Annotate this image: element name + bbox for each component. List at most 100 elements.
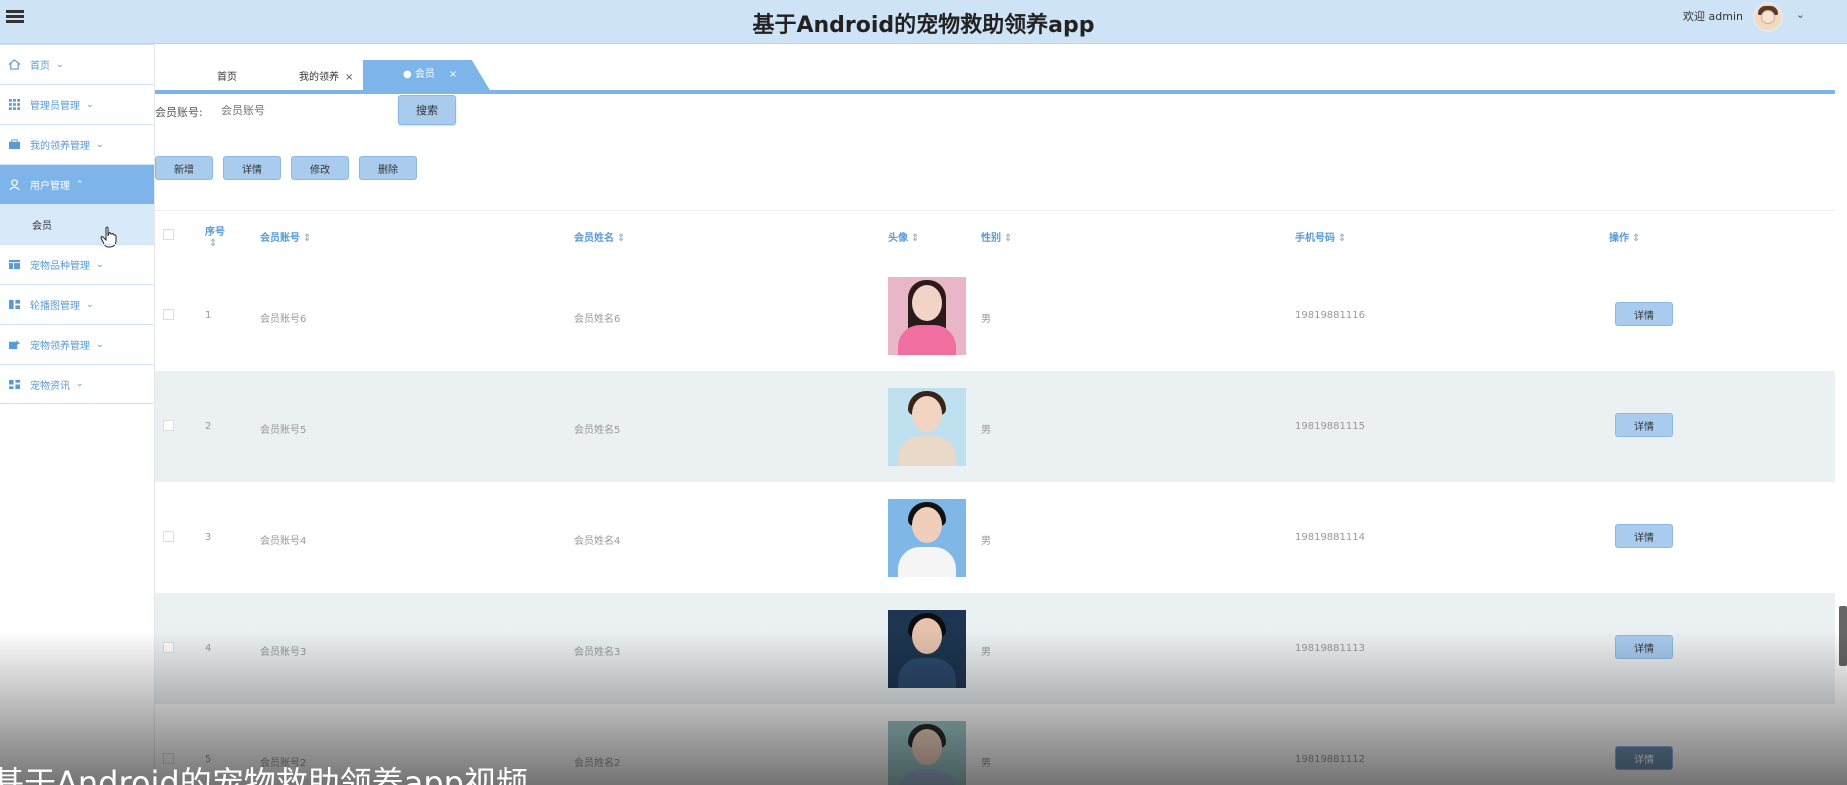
- search-button[interactable]: 搜索: [398, 95, 456, 125]
- close-icon[interactable]: ×: [449, 69, 457, 80]
- scrollbar-handle[interactable]: [1839, 606, 1847, 666]
- column-header-index[interactable]: 序号 ⇕: [205, 223, 225, 249]
- main-content: 首页 我的领养 × ● 会员 × 会员账号: 搜索 新增 详情 修改 删除 序号⇕ …: [155, 44, 1847, 785]
- table-row: 1 会员账号6 会员姓名6 男 19819881116 详情: [155, 260, 1835, 371]
- avatar-image: [888, 721, 966, 785]
- sidebar-item-pet-news[interactable]: 宠物资讯 ⌄: [0, 364, 154, 404]
- welcome-text: 欢迎 admin: [1683, 10, 1743, 23]
- sort-icon: ⇕: [209, 238, 218, 249]
- tab-my-adoption[interactable]: 我的领养 ×: [299, 66, 353, 90]
- cell-gender: 男: [981, 647, 991, 658]
- cell-phone: 19819881115: [1295, 421, 1365, 432]
- column-header-avatar[interactable]: 头像 ⇕: [888, 229, 919, 244]
- tab-bar: 首页 我的领养 × ● 会员 ×: [155, 58, 1835, 92]
- sidebar-item-label: 首页: [30, 61, 50, 72]
- row-checkbox[interactable]: [163, 420, 174, 431]
- row-checkbox[interactable]: [163, 642, 174, 653]
- chevron-down-icon: ⌄: [86, 99, 94, 110]
- column-header-phone[interactable]: 手机号码 ⇕: [1295, 229, 1346, 244]
- cell-account: 会员账号3: [260, 647, 307, 658]
- avatar-image: [888, 277, 966, 355]
- column-label: 手机号码: [1295, 233, 1335, 244]
- sidebar-item-pet-breed[interactable]: 宠物品种管理 ⌄: [0, 244, 154, 284]
- user-avatar[interactable]: [1753, 2, 1783, 32]
- sidebar-item-label: 宠物资讯: [30, 380, 70, 392]
- tab-label: ● 会员: [403, 69, 435, 80]
- sidebar-item-label: 宠物品种管理: [30, 261, 90, 272]
- column-label: 序号: [205, 227, 225, 238]
- chevron-down-icon: ⌄: [76, 379, 84, 389]
- search-input[interactable]: [221, 98, 391, 122]
- tab-underline: [155, 90, 1835, 94]
- sidebar-item-label: 会员: [32, 220, 52, 232]
- sort-icon: ⇕: [303, 233, 312, 244]
- sort-icon: ⇕: [1632, 233, 1641, 244]
- row-checkbox[interactable]: [163, 309, 174, 320]
- sort-icon: ⇕: [1338, 233, 1347, 244]
- sort-icon: ⇕: [617, 233, 626, 244]
- sidebar-item-pet-adoption[interactable]: 宠物领养管理 ⌄: [0, 324, 154, 364]
- tab-members[interactable]: ● 会员 ×: [363, 60, 491, 92]
- cell-phone: 19819881113: [1295, 643, 1365, 654]
- row-detail-button[interactable]: 详情: [1615, 524, 1673, 548]
- cell-index: 4: [205, 643, 212, 654]
- cell-name: 会员姓名3: [574, 647, 621, 658]
- column-label: 操作: [1609, 233, 1629, 244]
- row-detail-button[interactable]: 详情: [1615, 635, 1673, 659]
- row-detail-button[interactable]: 详情: [1615, 746, 1673, 770]
- column-header-name[interactable]: 会员姓名 ⇕: [574, 229, 625, 244]
- sidebar-item-label: 宠物领养管理: [30, 341, 90, 352]
- tab-home[interactable]: 首页: [217, 66, 237, 90]
- chevron-down-icon[interactable]: ⌄: [1796, 8, 1805, 21]
- row-detail-button[interactable]: 详情: [1615, 302, 1673, 326]
- delete-button[interactable]: 删除: [359, 156, 417, 180]
- chevron-down-icon: ⌄: [96, 259, 104, 270]
- cell-name: 会员姓名4: [574, 536, 621, 547]
- search-label: 会员账号:: [155, 106, 203, 119]
- sidebar-item-admin[interactable]: 管理员管理 ⌄: [0, 84, 154, 124]
- chevron-down-icon: ⌄: [86, 299, 94, 310]
- cell-account: 会员账号6: [260, 314, 307, 325]
- chevron-down-icon: ⌄: [56, 59, 64, 70]
- sidebar-item-carousel[interactable]: 轮播图管理 ⌄: [0, 284, 154, 324]
- avatar-image: [888, 610, 966, 688]
- tab-label: 我的领养: [299, 72, 339, 83]
- grid-icon: [9, 99, 20, 110]
- column-header-account[interactable]: 会员账号 ⇕: [260, 229, 311, 244]
- table-header: 序号 ⇕ 会员账号 ⇕ 会员姓名 ⇕ 头像 ⇕ 性别 ⇕ 手机号码 ⇕ 操作 ⇕: [155, 210, 1835, 260]
- dashboard-icon: [9, 379, 20, 389]
- column-header-actions[interactable]: 操作 ⇕: [1609, 229, 1640, 244]
- cell-gender: 男: [981, 425, 991, 436]
- row-detail-button[interactable]: 详情: [1615, 413, 1673, 437]
- cell-index: 3: [205, 532, 212, 543]
- cell-index: 1: [205, 310, 212, 321]
- sidebar-item-label: 管理员管理: [30, 101, 80, 112]
- chevron-down-icon: ⌄: [96, 339, 104, 350]
- row-checkbox[interactable]: [163, 531, 174, 542]
- edit-icon: [9, 339, 20, 350]
- add-button[interactable]: 新增: [155, 156, 213, 180]
- sort-icon: ⇕: [911, 233, 920, 244]
- avatar-image: [888, 388, 966, 466]
- cell-name: 会员姓名2: [574, 758, 621, 769]
- detail-button[interactable]: 详情: [223, 156, 281, 180]
- app-title: 基于Android的宠物救助领养app: [752, 13, 1095, 38]
- edit-button[interactable]: 修改: [291, 156, 349, 180]
- cell-phone: 19819881116: [1295, 310, 1365, 321]
- column-header-gender[interactable]: 性别 ⇕: [981, 229, 1012, 244]
- sidebar-item-my-adoption[interactable]: 我的领养管理 ⌄: [0, 124, 154, 164]
- select-all-checkbox[interactable]: [163, 229, 174, 240]
- cell-gender: 男: [981, 758, 991, 769]
- cell-account: 会员账号4: [260, 536, 307, 547]
- cell-phone: 19819881112: [1295, 754, 1365, 765]
- sidebar-item-label: 用户管理: [30, 181, 70, 192]
- table-icon: [9, 259, 20, 270]
- sidebar-subitem-members[interactable]: 会员: [0, 204, 154, 248]
- close-icon[interactable]: ×: [345, 72, 353, 83]
- sidebar-item-users[interactable]: 用户管理 ⌃: [0, 164, 154, 204]
- cell-gender: 男: [981, 536, 991, 547]
- user-icon: [9, 179, 20, 190]
- cell-gender: 男: [981, 314, 991, 325]
- sidebar-item-home[interactable]: 首页 ⌄: [0, 44, 154, 84]
- table-row: 4 会员账号3 会员姓名3 男 19819881113 详情: [155, 593, 1835, 704]
